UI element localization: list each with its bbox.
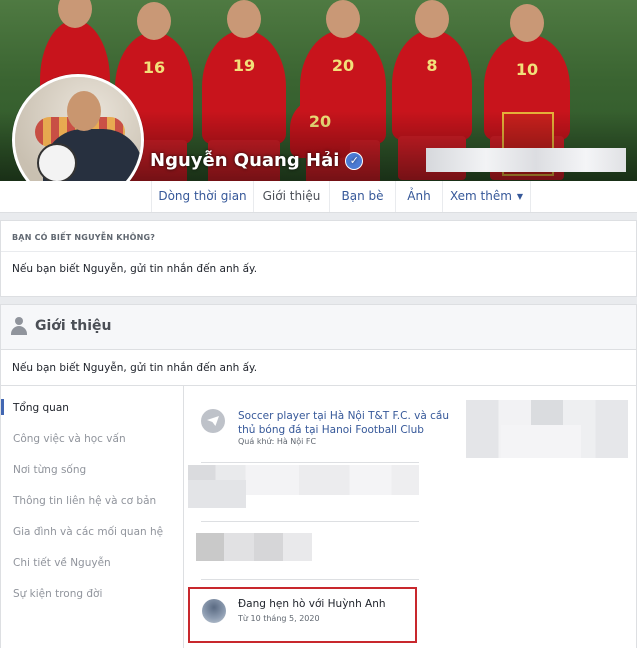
jersey-number: 10 [515, 60, 539, 79]
nav-life-events[interactable]: Sự kiện trong đời [13, 588, 102, 600]
verified-badge-icon: ✓ [345, 151, 364, 170]
about-section-nav: Tổng quan Công việc và học vấn Nơi từng … [1, 386, 184, 648]
active-indicator [1, 399, 4, 415]
nav-overview[interactable]: Tổng quan [13, 402, 69, 414]
intro-header: Giới thiệu [1, 305, 636, 350]
blurred-entry [196, 533, 312, 561]
relationship-date: Từ 10 tháng 5, 2020 [238, 614, 320, 623]
dropdown-caret-icon: ▼ [516, 192, 524, 201]
work-entry-past: Quá khứ: Hà Nội FC [238, 437, 317, 446]
blurred-action-buttons [426, 148, 626, 172]
tab-timeline[interactable]: Dòng thời gian [151, 181, 253, 212]
jersey-number: 8 [426, 56, 438, 75]
jersey-number: 19 [232, 56, 256, 75]
nav-family-relationships[interactable]: Gia đình và các mối quan hệ [13, 526, 163, 538]
intro-title: Giới thiệu [35, 318, 112, 334]
tab-photos[interactable]: Ảnh [395, 181, 442, 212]
partner-avatar[interactable] [202, 599, 226, 623]
know-card-message: Nếu bạn biết Nguyễn, gửi tin nhắn đến an… [12, 263, 258, 275]
person-icon [11, 317, 27, 335]
intro-card: Giới thiệu Nếu bạn biết Nguyễn, gửi tin … [0, 304, 637, 648]
tab-more-label: Xem thêm [449, 189, 512, 203]
nav-places-lived[interactable]: Nơi từng sống [13, 464, 86, 476]
nav-work-education[interactable]: Công việc và học vấn [13, 433, 126, 445]
jersey-number: 20 [331, 56, 355, 75]
nav-details[interactable]: Chi tiết về Nguyễn [13, 557, 111, 569]
football-icon [37, 143, 77, 183]
intro-message: Nếu bạn biết Nguyễn, gửi tin nhắn đến an… [12, 362, 258, 374]
profile-name-text[interactable]: Nguyễn Quang Hải [150, 150, 339, 171]
tab-friends[interactable]: Bạn bè [329, 181, 395, 212]
know-person-card: BẠN CÓ BIẾT NGUYỄN KHÔNG? Nếu bạn biết N… [0, 220, 637, 297]
relationship-status[interactable]: Đang hẹn hò với Huỳnh Anh [238, 598, 386, 610]
nav-contact-info[interactable]: Thông tin liên hệ và cơ bản [13, 495, 156, 507]
briefcase-icon [201, 409, 225, 433]
jersey-number: 16 [142, 58, 166, 77]
know-card-header: BẠN CÓ BIẾT NGUYỄN KHÔNG? [12, 233, 156, 242]
tab-more[interactable]: Xem thêm ▼ [442, 181, 531, 212]
profile-tab-bar: Dòng thời gian Giới thiệu Bạn bè Ảnh Xem… [0, 181, 637, 213]
work-entry-link[interactable]: Soccer player tại Hà Nội T&T F.C. và cầu… [238, 409, 458, 437]
relationship-entry[interactable]: Đang hẹn hò với Huỳnh Anh Từ 10 tháng 5,… [188, 587, 417, 643]
tab-about[interactable]: Giới thiệu [253, 181, 329, 212]
profile-name[interactable]: Nguyễn Quang Hải ✓ [150, 150, 364, 171]
